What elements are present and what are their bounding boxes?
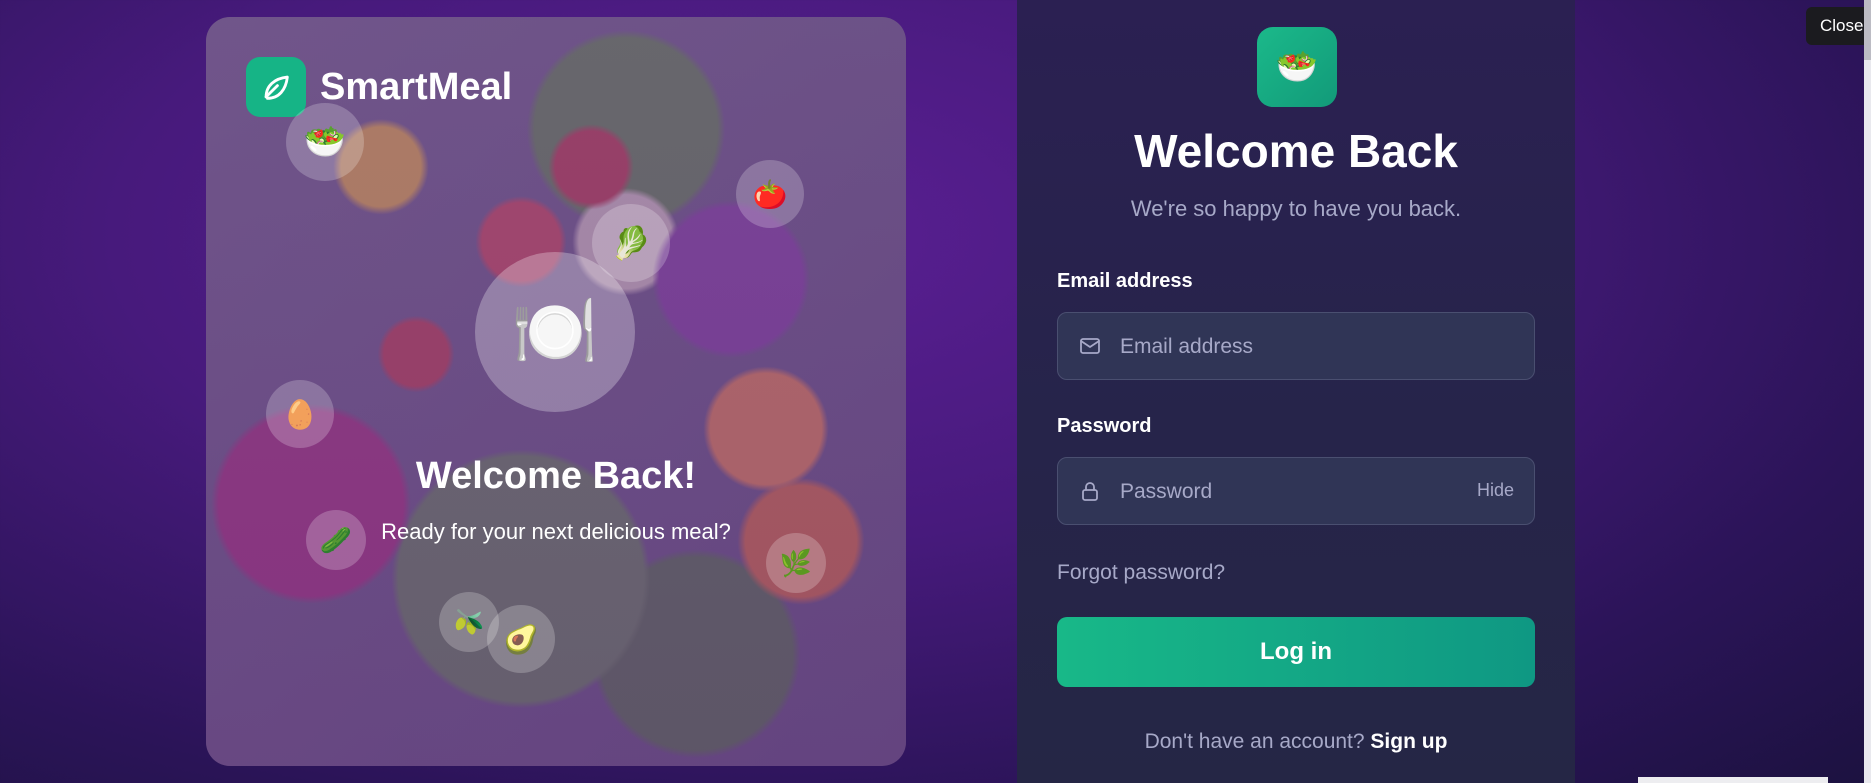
- corner-element: [1638, 777, 1828, 783]
- leaf-icon: [246, 57, 306, 117]
- forgot-password-link[interactable]: Forgot password?: [1057, 561, 1225, 585]
- login-panel: 🥗 Welcome Back We're so happy to have yo…: [1017, 0, 1575, 783]
- close-tooltip[interactable]: Close: [1806, 7, 1871, 45]
- salad-icon: 🥗: [1257, 27, 1337, 107]
- password-field-container: Hide: [1057, 457, 1535, 526]
- email-label: Email address: [1057, 270, 1193, 292]
- scrollbar[interactable]: [1864, 0, 1871, 783]
- mail-icon: [1080, 338, 1100, 354]
- brand-name: SmartMeal: [320, 65, 513, 108]
- signup-prompt: Don't have an account?: [1144, 730, 1365, 753]
- tomato-bubble: 🍅: [736, 160, 804, 228]
- hide-password-button[interactable]: Hide: [1477, 480, 1514, 501]
- password-field[interactable]: [1118, 458, 1452, 526]
- password-label: Password: [1057, 415, 1152, 437]
- page-subtitle: We're so happy to have you back.: [1130, 196, 1462, 221]
- plate-bubble: 🍽️: [475, 252, 635, 412]
- signup-row: Don't have an account? Sign up: [1017, 730, 1575, 754]
- login-button[interactable]: Log in: [1057, 617, 1535, 687]
- brand: SmartMeal: [246, 57, 512, 117]
- lock-icon: [1082, 482, 1098, 501]
- hero-title: Welcome Back!: [415, 455, 697, 497]
- hero-image-panel: SmartMeal 🥗 🍅 🥬 🍽️ 🥚 🥒 🌿 🫒 🥑 Welcome Bac…: [206, 17, 906, 766]
- scrollbar-thumb[interactable]: [1864, 0, 1871, 60]
- email-field-container: [1057, 312, 1535, 381]
- hero-subtitle: Ready for your next delicious meal?: [381, 519, 731, 544]
- signup-link[interactable]: Sign up: [1370, 730, 1447, 753]
- page-title: Welcome Back: [1134, 125, 1458, 177]
- salad-bubble: 🥗: [286, 103, 364, 181]
- email-field[interactable]: [1118, 313, 1452, 381]
- egg-bubble: 🥚: [266, 380, 334, 448]
- avocado-bubble: 🥑: [487, 605, 555, 673]
